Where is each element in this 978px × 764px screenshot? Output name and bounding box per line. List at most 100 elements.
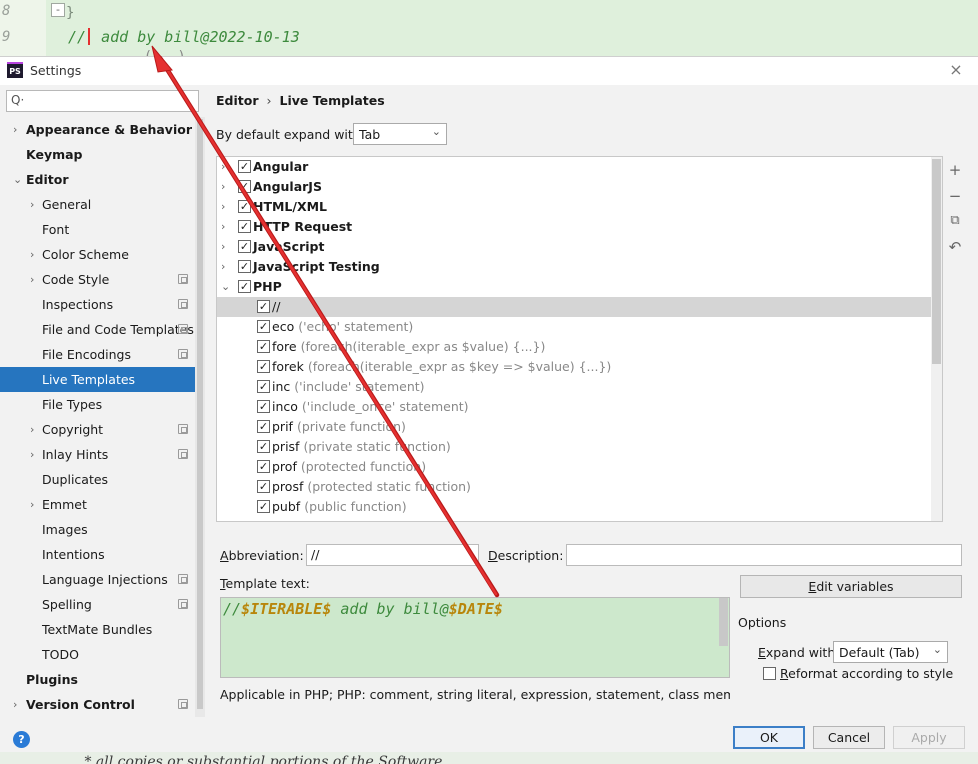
- chevron-down-icon[interactable]: ⌄: [221, 277, 230, 297]
- sidebar-item-textmate-bundles[interactable]: TextMate Bundles: [0, 617, 195, 642]
- template-item[interactable]: ✓ forek (foreach(iterable_expr as $key => …: [217, 357, 931, 377]
- code-comment-line[interactable]: // add by bill@2022-10-13: [68, 28, 300, 46]
- template-checkbox[interactable]: ✓: [257, 460, 270, 473]
- group-checkbox[interactable]: ✓: [238, 160, 251, 173]
- sidebar-item-copyright[interactable]: › Copyright: [0, 417, 195, 442]
- chevron-right-icon[interactable]: ›: [221, 237, 225, 257]
- template-text-scrollbar[interactable]: [719, 598, 728, 646]
- fold-marker-icon[interactable]: -: [51, 3, 65, 17]
- chevron-right-icon[interactable]: ›: [221, 217, 225, 237]
- chevron-right-icon[interactable]: ›: [30, 417, 34, 442]
- group-checkbox[interactable]: ✓: [238, 200, 251, 213]
- applicable-contexts[interactable]: Applicable in PHP; PHP: comment, string …: [220, 687, 730, 702]
- chevron-right-icon[interactable]: ›: [30, 267, 34, 292]
- chevron-right-icon[interactable]: ›: [30, 442, 34, 467]
- template-item[interactable]: ✓ pubf (public function): [217, 497, 931, 517]
- template-checkbox[interactable]: ✓: [257, 340, 270, 353]
- template-checkbox[interactable]: ✓: [257, 320, 270, 333]
- chevron-right-icon[interactable]: ›: [221, 177, 225, 197]
- sidebar-scroll-thumb[interactable]: [197, 119, 203, 709]
- sidebar-item-version-control[interactable]: › Version Control: [0, 692, 195, 717]
- ok-button[interactable]: OK: [733, 726, 805, 749]
- template-item[interactable]: ✓ inc ('include' statement): [217, 377, 931, 397]
- chevron-right-icon[interactable]: ›: [30, 492, 34, 517]
- close-icon[interactable]: ×: [946, 60, 966, 80]
- reformat-checkbox[interactable]: [763, 667, 776, 680]
- copy-template-icon[interactable]: ⧉: [946, 212, 964, 230]
- sidebar-item-file-and-code-templates[interactable]: File and Code Templates: [0, 317, 195, 342]
- template-checkbox[interactable]: ✓: [257, 480, 270, 493]
- template-checkbox[interactable]: ✓: [257, 420, 270, 433]
- edit-variables-button[interactable]: Edit variables: [740, 575, 962, 598]
- template-item[interactable]: ✓ eco ('echo' statement): [217, 317, 931, 337]
- group-checkbox[interactable]: ✓: [238, 280, 251, 293]
- template-group[interactable]: › ✓ HTML/XML: [217, 197, 931, 217]
- group-checkbox[interactable]: ✓: [238, 180, 251, 193]
- template-group[interactable]: › ✓ JavaScript: [217, 237, 931, 257]
- template-group[interactable]: › ✓ HTTP Request: [217, 217, 931, 237]
- chevron-right-icon[interactable]: ›: [221, 257, 225, 277]
- cancel-button[interactable]: Cancel: [813, 726, 885, 749]
- settings-search-input[interactable]: Q·: [6, 90, 199, 112]
- sidebar-item-duplicates[interactable]: Duplicates: [0, 467, 195, 492]
- template-checkbox[interactable]: ✓: [257, 400, 270, 413]
- add-template-icon[interactable]: +: [946, 161, 964, 179]
- help-icon[interactable]: ?: [13, 731, 30, 748]
- template-item[interactable]: ✓//: [217, 297, 931, 317]
- apply-button[interactable]: Apply: [893, 726, 965, 749]
- templates-scrollbar[interactable]: [931, 157, 942, 521]
- template-group[interactable]: › ✓ JavaScript Testing: [217, 257, 931, 277]
- sidebar-item-spelling[interactable]: Spelling: [0, 592, 195, 617]
- sidebar-item-todo[interactable]: TODO: [0, 642, 195, 667]
- group-checkbox[interactable]: ✓: [238, 220, 251, 233]
- sidebar-item-inlay-hints[interactable]: › Inlay Hints: [0, 442, 195, 467]
- template-group[interactable]: › ✓ Angular: [217, 157, 931, 177]
- sidebar-item-intentions[interactable]: Intentions: [0, 542, 195, 567]
- sidebar-scrollbar[interactable]: [195, 117, 205, 717]
- chevron-right-icon[interactable]: ›: [30, 192, 34, 217]
- group-checkbox[interactable]: ✓: [238, 240, 251, 253]
- sidebar-item-editor[interactable]: ⌄ Editor: [0, 167, 195, 192]
- sidebar-item-file-encodings[interactable]: File Encodings: [0, 342, 195, 367]
- sidebar-item-images[interactable]: Images: [0, 517, 195, 542]
- chevron-down-icon[interactable]: ⌄: [13, 167, 22, 192]
- template-group[interactable]: › ✓ AngularJS: [217, 177, 931, 197]
- description-input[interactable]: [566, 544, 962, 566]
- sidebar-item-general[interactable]: › General: [0, 192, 195, 217]
- abbreviation-input[interactable]: //: [306, 544, 479, 566]
- sidebar-item-file-types[interactable]: File Types: [0, 392, 195, 417]
- chevron-right-icon[interactable]: ›: [221, 197, 225, 217]
- template-text-editor[interactable]: //$ITERABLE$ add by bill@$DATE$: [220, 597, 730, 678]
- sidebar-item-inspections[interactable]: Inspections: [0, 292, 195, 317]
- sidebar-item-color-scheme[interactable]: › Color Scheme: [0, 242, 195, 267]
- template-group-php[interactable]: ⌄ ✓ PHP: [217, 277, 931, 297]
- sidebar-item-code-style[interactable]: › Code Style: [0, 267, 195, 292]
- expand-with-select[interactable]: Default (Tab) ⌄: [833, 641, 948, 663]
- remove-template-icon[interactable]: −: [946, 187, 964, 205]
- sidebar-item-appearance-behavior[interactable]: › Appearance & Behavior: [0, 117, 195, 142]
- expand-default-select[interactable]: Tab ⌄: [353, 123, 447, 145]
- sidebar-item-font[interactable]: Font: [0, 217, 195, 242]
- template-item[interactable]: ✓ prof (protected function): [217, 457, 931, 477]
- sidebar-item-emmet[interactable]: › Emmet: [0, 492, 195, 517]
- template-item[interactable]: ✓ prif (private function): [217, 417, 931, 437]
- chevron-right-icon[interactable]: ›: [221, 157, 225, 177]
- template-item[interactable]: ✓ fore (foreach(iterable_expr as $value) {…: [217, 337, 931, 357]
- group-checkbox[interactable]: ✓: [238, 260, 251, 273]
- chevron-right-icon[interactable]: ›: [13, 117, 17, 142]
- sidebar-item-plugins[interactable]: Plugins: [0, 667, 195, 692]
- template-item[interactable]: ✓ prosf (protected static function): [217, 477, 931, 497]
- template-checkbox[interactable]: ✓: [257, 500, 270, 513]
- template-item[interactable]: ✓ inco ('include_once' statement): [217, 397, 931, 417]
- sidebar-item-live-templates[interactable]: Live Templates: [0, 367, 195, 392]
- restore-template-icon[interactable]: ↶: [946, 238, 964, 256]
- chevron-right-icon[interactable]: ›: [30, 242, 34, 267]
- template-checkbox[interactable]: ✓: [257, 360, 270, 373]
- sidebar-item-keymap[interactable]: Keymap: [0, 142, 195, 167]
- template-item[interactable]: ✓ prisf (private static function): [217, 437, 931, 457]
- template-checkbox[interactable]: ✓: [257, 440, 270, 453]
- template-checkbox[interactable]: ✓: [257, 380, 270, 393]
- template-checkbox[interactable]: ✓: [257, 300, 270, 313]
- sidebar-item-language-injections[interactable]: Language Injections: [0, 567, 195, 592]
- templates-scroll-thumb[interactable]: [932, 159, 941, 364]
